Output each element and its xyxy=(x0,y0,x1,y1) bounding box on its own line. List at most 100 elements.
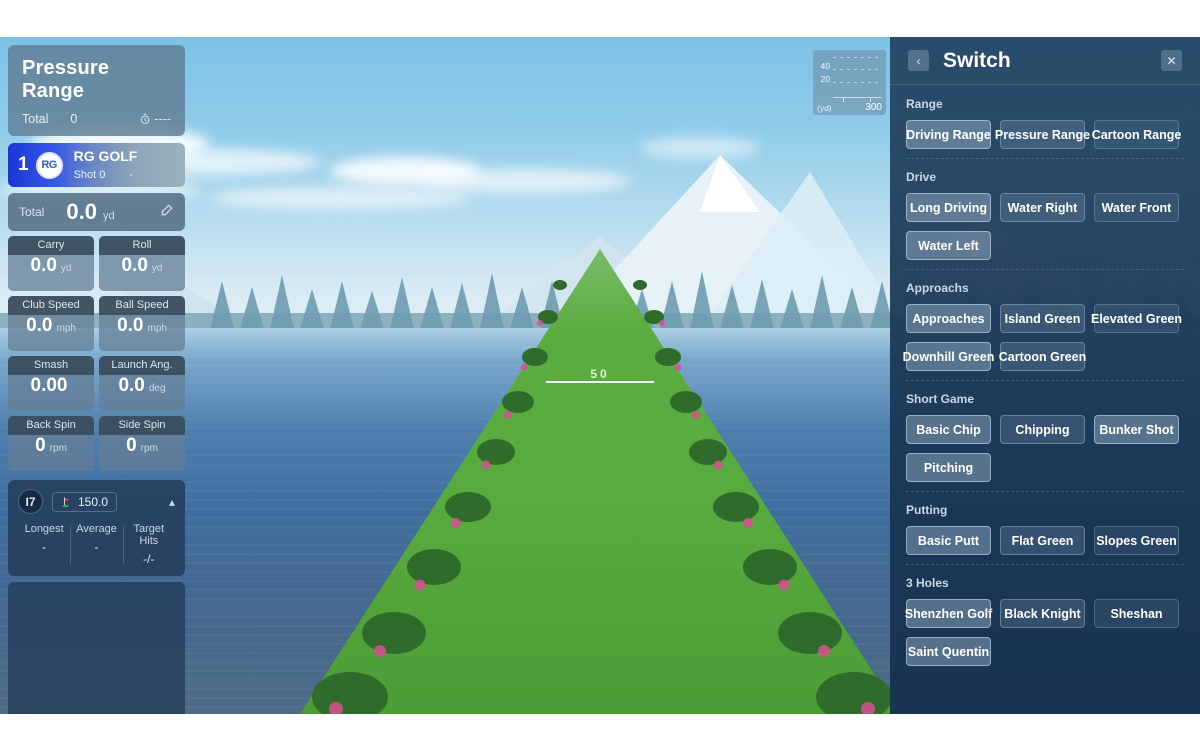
stopwatch-icon xyxy=(139,113,151,125)
club-badge[interactable]: I7 xyxy=(18,489,43,514)
stat-value: 0.0 xyxy=(31,255,57,277)
stat-label: Club Speed xyxy=(8,296,94,315)
option-water-left[interactable]: Water Left xyxy=(906,231,991,260)
range-mode-header: Pressure Range Total 0 ---- xyxy=(8,45,185,136)
stat-value: 0 xyxy=(35,435,46,457)
total-distance-row: Total 0.0 yd xyxy=(8,193,185,231)
player-avatar: RG xyxy=(36,152,63,179)
option-black-knight[interactable]: Black Knight xyxy=(1000,599,1085,628)
group-title: Putting xyxy=(906,503,1184,517)
club-stat-longest: Longest - xyxy=(18,523,70,566)
club-stat-average: Average - xyxy=(70,523,122,566)
option-chipping[interactable]: Chipping xyxy=(1000,415,1085,444)
option-long-driving[interactable]: Long Driving xyxy=(906,193,991,222)
group-title: Approachs xyxy=(906,281,1184,295)
option-bunker-shot[interactable]: Bunker Shot xyxy=(1094,415,1179,444)
option-water-right[interactable]: Water Right xyxy=(1000,193,1085,222)
option-shenzhen-golf[interactable]: Shenzhen Golf xyxy=(906,599,991,628)
option-flat-green[interactable]: Flat Green xyxy=(1000,526,1085,555)
club-stat-value: -/- xyxy=(123,552,175,566)
club-stat-value: - xyxy=(18,540,70,554)
trajectory-xmax-label: 300 xyxy=(865,102,882,113)
trajectory-ytick-20: 20 xyxy=(816,74,830,84)
range-mode-title: Pressure Range xyxy=(22,57,171,103)
stat-side-spin: Side Spin 0rpm xyxy=(99,416,185,471)
group-title: Range xyxy=(906,97,1184,111)
option-water-front[interactable]: Water Front xyxy=(1094,193,1179,222)
stat-unit: rpm xyxy=(50,443,67,454)
stat-unit: deg xyxy=(149,383,166,394)
trajectory-gridline xyxy=(833,69,882,70)
stat-unit: rpm xyxy=(141,443,158,454)
club-stat-label: Average xyxy=(70,523,122,535)
option-slopes-green[interactable]: Slopes Green xyxy=(1094,526,1179,555)
player-shot-label: Shot 0 xyxy=(74,169,106,182)
range-total-value: 0 xyxy=(70,112,77,126)
golf-simulator-app: 50 40 20 (yd) 300 Pressure Range Total 0 xyxy=(0,37,1200,714)
chevron-up-icon[interactable]: ▴ xyxy=(169,495,175,509)
yard-marker-line xyxy=(546,381,654,383)
trajectory-mini-chart[interactable]: 40 20 (yd) 300 xyxy=(813,50,886,115)
option-cartoon-green[interactable]: Cartoon Green xyxy=(1000,342,1085,371)
option-saint-quentin[interactable]: Saint Quentin xyxy=(906,637,991,666)
switch-panel-title: Switch xyxy=(943,49,1011,73)
player-shot-value: - xyxy=(129,169,133,182)
player-number: 1 xyxy=(18,154,29,176)
option-basic-putt[interactable]: Basic Putt xyxy=(906,526,991,555)
stat-value: 0 xyxy=(126,435,137,457)
range-timer-value: ---- xyxy=(154,112,171,126)
club-distance-value: 150.0 xyxy=(78,495,108,509)
group-title: 3 Holes xyxy=(906,576,1184,590)
club-distance-chip[interactable]: 150.0 xyxy=(52,492,117,512)
option-island-green[interactable]: Island Green xyxy=(1000,304,1085,333)
player-name: RG GOLF xyxy=(74,148,138,164)
stat-value: 0.0 xyxy=(26,315,52,337)
close-button[interactable]: ✕ xyxy=(1161,50,1182,71)
golf-flag-icon xyxy=(61,496,73,508)
stat-smash: Smash 0.00 xyxy=(8,356,94,411)
back-button[interactable]: ‹ xyxy=(908,50,929,71)
option-sheshan[interactable]: Sheshan xyxy=(1094,599,1179,628)
option-approaches[interactable]: Approaches xyxy=(906,304,991,333)
total-unit: yd xyxy=(103,210,115,222)
group-title: Drive xyxy=(906,170,1184,184)
option-pressure-range[interactable]: Pressure Range xyxy=(1000,120,1085,149)
stat-label: Ball Speed xyxy=(99,296,185,315)
stat-label: Launch Ang. xyxy=(99,356,185,375)
range-timer: ---- xyxy=(139,112,171,126)
total-label: Total xyxy=(19,205,44,219)
yard-marker-label: 50 xyxy=(590,367,609,381)
option-driving-range[interactable]: Driving Range xyxy=(906,120,991,149)
stat-club-speed: Club Speed 0.0mph xyxy=(8,296,94,351)
option-basic-chip[interactable]: Basic Chip xyxy=(906,415,991,444)
club-summary-card: I7 150.0 ▴ Longest - Average xyxy=(8,480,185,576)
shot-stats-grid: Carry 0.0yd Roll 0.0yd Club Speed 0.0mph… xyxy=(8,236,185,471)
stat-unit: yd xyxy=(61,263,72,274)
trajectory-plot-area xyxy=(833,55,882,97)
option-cartoon-range[interactable]: Cartoon Range xyxy=(1094,120,1179,149)
group-drive: Drive Long Driving Water Right Water Fro… xyxy=(906,158,1184,269)
option-pitching[interactable]: Pitching xyxy=(906,453,991,482)
stat-roll: Roll 0.0yd xyxy=(99,236,185,291)
stat-ball-speed: Ball Speed 0.0mph xyxy=(99,296,185,351)
stat-label: Carry xyxy=(8,236,94,255)
stat-value: 0.0 xyxy=(122,255,148,277)
left-stats-panel: Pressure Range Total 0 ---- 1 RG RG GOLF xyxy=(8,45,185,714)
fairway-strip xyxy=(300,249,900,714)
trajectory-xtick xyxy=(843,98,844,102)
group-short-game: Short Game Basic Chip Chipping Bunker Sh… xyxy=(906,380,1184,491)
option-elevated-green[interactable]: Elevated Green xyxy=(1094,304,1179,333)
switch-panel-body: Range Driving Range Pressure Range Carto… xyxy=(890,85,1200,685)
player-row[interactable]: 1 RG RG GOLF Shot 0 - xyxy=(8,143,185,187)
option-downhill-green[interactable]: Downhill Green xyxy=(906,342,991,371)
edit-icon[interactable] xyxy=(160,203,174,222)
club-stat-value: - xyxy=(70,540,122,554)
group-putting: Putting Basic Putt Flat Green Slopes Gre… xyxy=(906,491,1184,564)
trajectory-x-axis xyxy=(833,97,882,98)
stat-back-spin: Back Spin 0rpm xyxy=(8,416,94,471)
group-approaches: Approachs Approaches Island Green Elevat… xyxy=(906,269,1184,380)
trajectory-unit-label: (yd) xyxy=(817,103,832,113)
trajectory-gridline xyxy=(833,82,882,83)
stat-label: Roll xyxy=(99,236,185,255)
stat-unit: mph xyxy=(147,323,166,334)
